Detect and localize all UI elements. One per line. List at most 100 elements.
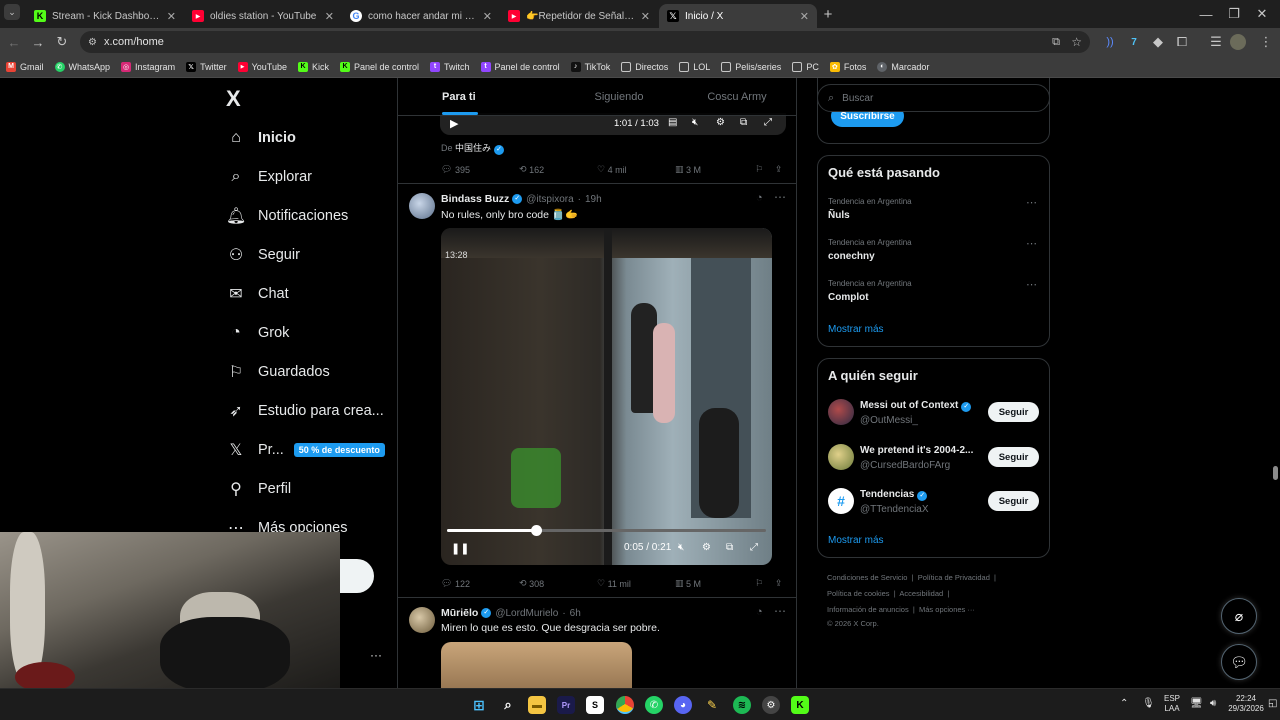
follow-button[interactable]: Seguir <box>988 402 1039 422</box>
bookmark-whatsapp[interactable]: ✆ WhatsApp <box>54 61 110 72</box>
network-icon[interactable]: 🖥︎ <box>1190 699 1203 709</box>
post-time[interactable]: 6h <box>570 608 581 619</box>
bookmark-folder-pc[interactable]: PC <box>792 61 819 72</box>
grok-icon[interactable]: ◔ <box>756 606 763 618</box>
nav-inicio[interactable]: ⌂ Inicio <box>226 128 296 148</box>
install-app-icon[interactable]: ⧉ <box>1052 36 1060 49</box>
close-tab-icon[interactable]: ✕ <box>167 10 176 23</box>
close-window-button[interactable]: ✕ <box>1252 4 1272 24</box>
account-menu-dots[interactable]: ··· <box>370 648 382 662</box>
views-button[interactable]: ▥ 5 M <box>675 578 755 589</box>
nav-premium[interactable]: 𝕏 Pr... 50 % de descuento <box>226 440 385 460</box>
post-image[interactable] <box>441 642 632 688</box>
avatar[interactable] <box>409 193 435 219</box>
nav-grok[interactable]: ◔ Grok <box>226 323 289 343</box>
play-icon[interactable]: ▶ <box>450 117 458 130</box>
close-tab-icon[interactable]: ✕ <box>483 10 492 23</box>
follow-name[interactable]: Tendencias ✓ <box>860 489 928 501</box>
trend-name[interactable]: Ñuls <box>828 210 850 221</box>
maximize-button[interactable]: ❐ <box>1224 4 1244 24</box>
close-tab-icon[interactable]: ✕ <box>325 10 334 23</box>
settings-icon[interactable]: ⚙ <box>702 542 711 553</box>
kick-icon[interactable]: K <box>791 696 809 714</box>
bookmark-folder-pelis[interactable]: Pelis/series <box>721 61 781 72</box>
follow-name[interactable]: We pretend it's 2004-2... <box>860 445 973 456</box>
file-explorer-icon[interactable]: ▬ <box>528 696 546 714</box>
forward-icon[interactable]: → <box>28 32 48 52</box>
post-more-icon[interactable]: ⋯ <box>774 604 786 618</box>
avatar[interactable] <box>409 607 435 633</box>
notifications-icon[interactable]: ◱ <box>1268 699 1277 709</box>
new-tab-button[interactable]: + <box>818 4 838 24</box>
bookmark-folder-directos[interactable]: Directos <box>621 61 668 72</box>
nav-explorar[interactable]: ⌕ Explorar <box>226 167 312 187</box>
close-tab-icon[interactable]: ✕ <box>641 10 650 23</box>
fullscreen-icon[interactable]: ⤢ <box>764 117 772 128</box>
tab-kick-dashboard[interactable]: K Stream - Kick Dashboard ✕ <box>26 4 184 28</box>
source-name[interactable]: 中国住み <box>455 143 491 153</box>
like-button[interactable]: ♡ 4 mil <box>597 164 675 175</box>
reload-icon[interactable]: ↻ <box>52 32 72 52</box>
whatsapp-icon[interactable]: ✆ <box>645 696 663 714</box>
like-button[interactable]: ♡ 11 mil <box>597 578 675 589</box>
tab-coscu-army[interactable]: Coscu Army <box>678 78 796 115</box>
grok-fab-icon[interactable]: ⌀ <box>1221 598 1257 634</box>
share-icon[interactable]: ⇪ <box>775 164 783 175</box>
language-indicator[interactable]: ESP LAA <box>1162 694 1182 714</box>
bookmark-icon[interactable]: ⚐ <box>755 578 775 589</box>
author-handle[interactable]: @itspixora <box>526 194 573 205</box>
bookmark-tiktok[interactable]: ♪ TikTok <box>570 61 610 72</box>
nav-chat[interactable]: ✉ Chat <box>226 284 288 304</box>
bookmark-twitter[interactable]: 𝕏 Twitter <box>186 61 227 72</box>
pen-tool-icon[interactable]: ✎ <box>703 696 721 714</box>
page-scrollbar[interactable] <box>1271 78 1280 688</box>
share-icon[interactable]: ⇪ <box>775 578 783 589</box>
avatar[interactable] <box>828 444 854 470</box>
clock[interactable]: 22:24 29/3/2026 <box>1226 694 1266 714</box>
bookmark-icon[interactable]: ⚐ <box>755 164 775 175</box>
video-progress-bar[interactable] <box>447 525 766 536</box>
x-logo-icon[interactable]: X <box>226 86 241 112</box>
extensions-puzzle-icon[interactable]: ⧠ <box>1172 32 1192 52</box>
reply-button[interactable]: 💬︎ 395 <box>441 164 519 175</box>
address-bar[interactable]: ⚙ x.com/home ⧉ ☆ <box>80 31 1090 53</box>
tab-search-icon[interactable]: ⌄ <box>4 4 20 20</box>
grok-icon[interactable]: ◔ <box>756 192 763 204</box>
search-input[interactable]: ⌕ Buscar <box>817 84 1050 112</box>
reply-button[interactable]: 💬︎ 122 <box>441 578 519 589</box>
volume-icon[interactable]: 🔊︎ <box>1210 699 1216 709</box>
top-post-video[interactable]: ▶ 1:01 / 1:03 ▤ 🔇︎ ⚙ ⧉ ⤢ <box>440 113 786 135</box>
hashtag-icon[interactable]: # <box>828 488 854 514</box>
tab-x-home[interactable]: 𝕏 Inicio / X ✕ <box>659 4 817 28</box>
trend-name[interactable]: conechny <box>828 251 875 262</box>
bookmark-youtube[interactable]: ▶ YouTube <box>237 61 287 72</box>
extension-7tv-icon[interactable]: 7 <box>1124 32 1144 52</box>
post-more-icon[interactable]: ⋯ <box>774 190 786 204</box>
tab-para-ti[interactable]: Para ti <box>398 78 560 115</box>
bookmark-instagram[interactable]: ◎ Instagram <box>121 61 175 72</box>
extension-diamond-icon[interactable]: ◆ <box>1148 32 1168 52</box>
minimize-button[interactable]: — <box>1196 4 1216 24</box>
chrome-icon[interactable] <box>616 696 634 714</box>
bookmark-fotos[interactable]: ✿ Fotos <box>829 61 866 72</box>
video-progress-knob[interactable] <box>531 525 543 536</box>
microphone-icon[interactable]: 🎙︎ <box>1142 699 1155 709</box>
browser-menu-icon[interactable]: ⋮ <box>1256 32 1276 52</box>
close-tab-icon[interactable]: ✕ <box>800 10 809 23</box>
reading-list-icon[interactable]: ☰ <box>1206 32 1226 52</box>
pip-icon[interactable]: ⧉ <box>740 117 747 128</box>
scrollbar-thumb[interactable] <box>1273 466 1278 480</box>
mute-icon[interactable]: 🔇︎ <box>678 542 684 553</box>
show-more-follow[interactable]: Mostrar más <box>828 535 884 546</box>
trend-more-icon[interactable]: ⋯ <box>1026 196 1037 209</box>
bookmark-kick-panel[interactable]: K Panel de control <box>339 61 419 72</box>
bookmark-twitch[interactable]: t Twitch <box>430 61 470 72</box>
settings-icon[interactable]: ⚙ <box>716 117 725 128</box>
mute-icon[interactable]: 🔇︎ <box>692 117 698 128</box>
trend-more-icon[interactable]: ⋯ <box>1026 278 1037 291</box>
start-icon[interactable]: ⊞ <box>470 696 488 714</box>
captions-icon[interactable]: ▤ <box>668 117 677 128</box>
app-s-icon[interactable]: S <box>586 696 604 714</box>
nav-notificaciones[interactable]: 🔔︎ Notificaciones <box>226 206 348 226</box>
nav-perfil[interactable]: ⚲ Perfil <box>226 479 291 499</box>
